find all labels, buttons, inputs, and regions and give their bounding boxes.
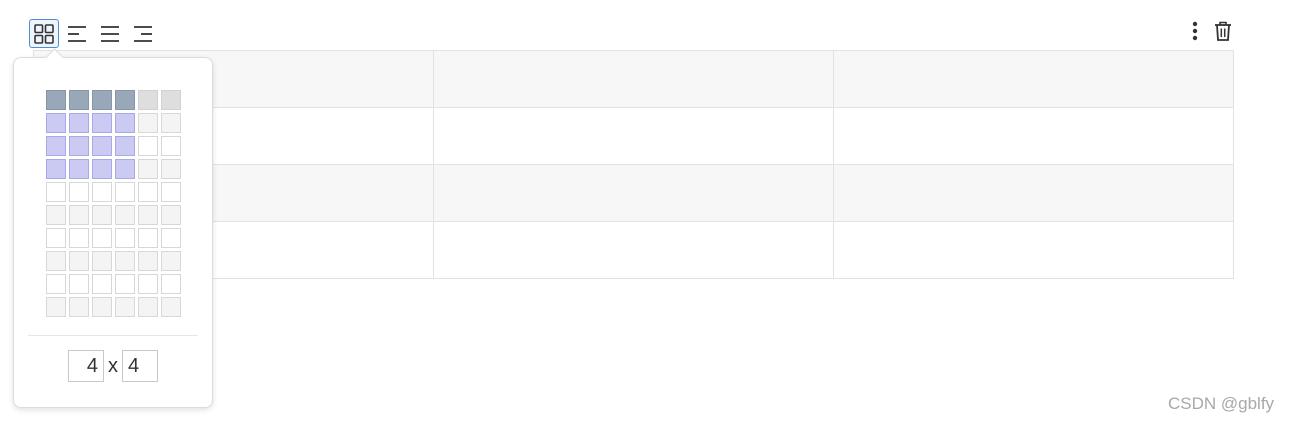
- columns-input[interactable]: [122, 350, 158, 382]
- table-row: [33, 107, 1234, 165]
- align-right-button[interactable]: [128, 19, 158, 48]
- grid-cell[interactable]: [69, 297, 89, 317]
- grid-cell[interactable]: [69, 113, 89, 133]
- grid-cell[interactable]: [92, 297, 112, 317]
- table-cell[interactable]: [433, 50, 834, 108]
- grid-cell[interactable]: [92, 182, 112, 202]
- align-left-button[interactable]: [62, 19, 92, 48]
- grid-cell[interactable]: [69, 159, 89, 179]
- grid-cell[interactable]: [92, 205, 112, 225]
- grid-cell[interactable]: [161, 297, 181, 317]
- grid-cell[interactable]: [46, 159, 66, 179]
- grid-cell[interactable]: [161, 113, 181, 133]
- table-toolbar: [29, 19, 158, 48]
- table-row: [33, 50, 1234, 108]
- grid-cell[interactable]: [46, 251, 66, 271]
- grid-cell[interactable]: [161, 90, 181, 110]
- grid-cell[interactable]: [138, 113, 158, 133]
- grid-cell[interactable]: [92, 251, 112, 271]
- grid-cell[interactable]: [92, 90, 112, 110]
- grid-cell[interactable]: [92, 228, 112, 248]
- table-cell[interactable]: [833, 107, 1234, 165]
- grid-cell[interactable]: [46, 205, 66, 225]
- grid-cell[interactable]: [115, 159, 135, 179]
- grid-cell[interactable]: [69, 205, 89, 225]
- more-vertical-icon: [1192, 21, 1198, 46]
- grid-cell[interactable]: [115, 182, 135, 202]
- grid-cell[interactable]: [138, 205, 158, 225]
- grid-cell[interactable]: [92, 274, 112, 294]
- grid-cell[interactable]: [138, 251, 158, 271]
- grid-cell[interactable]: [138, 90, 158, 110]
- grid-cell[interactable]: [69, 90, 89, 110]
- grid-cell[interactable]: [161, 228, 181, 248]
- grid-cell[interactable]: [92, 113, 112, 133]
- grid-cell[interactable]: [138, 228, 158, 248]
- table-cell[interactable]: [433, 221, 834, 279]
- grid-cell[interactable]: [115, 205, 135, 225]
- grid-cell[interactable]: [46, 90, 66, 110]
- size-inputs: x: [14, 349, 212, 383]
- table-cell[interactable]: [433, 107, 834, 165]
- more-options-button[interactable]: [1184, 20, 1206, 46]
- grid-cell[interactable]: [161, 274, 181, 294]
- grid-cell[interactable]: [69, 228, 89, 248]
- align-center-icon: [99, 23, 121, 45]
- grid-cell[interactable]: [92, 136, 112, 156]
- grid-cell[interactable]: [161, 251, 181, 271]
- table-cell[interactable]: [833, 164, 1234, 222]
- table-cell[interactable]: [433, 164, 834, 222]
- grid-cell[interactable]: [115, 90, 135, 110]
- grid-cell[interactable]: [115, 113, 135, 133]
- grid-cell[interactable]: [161, 136, 181, 156]
- grid-cell[interactable]: [161, 205, 181, 225]
- popover-divider: [28, 335, 198, 336]
- grid-cell[interactable]: [115, 274, 135, 294]
- table-cell[interactable]: [833, 50, 1234, 108]
- grid-cell[interactable]: [46, 182, 66, 202]
- align-right-icon: [132, 23, 154, 45]
- times-separator: x: [108, 354, 118, 377]
- grid-cell[interactable]: [69, 182, 89, 202]
- editor-page: x CSDN @gblfy: [0, 0, 1297, 425]
- delete-table-button[interactable]: [1212, 20, 1234, 46]
- rows-input[interactable]: [68, 350, 104, 382]
- grid-cell[interactable]: [138, 136, 158, 156]
- table-size-grid: [46, 90, 181, 317]
- table-cell[interactable]: [833, 221, 1234, 279]
- grid-cell[interactable]: [69, 274, 89, 294]
- grid-cell[interactable]: [115, 297, 135, 317]
- grid-cell[interactable]: [46, 297, 66, 317]
- grid-cell[interactable]: [161, 159, 181, 179]
- grid-cell[interactable]: [138, 274, 158, 294]
- grid-cell[interactable]: [161, 182, 181, 202]
- watermark: CSDN @gblfy: [1168, 394, 1275, 413]
- grid-cell[interactable]: [115, 228, 135, 248]
- data-table: [33, 50, 1234, 279]
- grid-cell[interactable]: [92, 159, 112, 179]
- table-size-button[interactable]: [29, 19, 59, 48]
- table-size-popover: x: [13, 48, 213, 408]
- trash-icon: [1214, 21, 1232, 46]
- grid-cell[interactable]: [138, 159, 158, 179]
- grid-cell[interactable]: [69, 136, 89, 156]
- table-size-icon: [33, 23, 55, 45]
- table-actions: [1184, 20, 1234, 46]
- table-row: [33, 221, 1234, 279]
- table-row: [33, 164, 1234, 222]
- align-left-icon: [66, 23, 88, 45]
- grid-cell[interactable]: [46, 228, 66, 248]
- grid-cell[interactable]: [46, 113, 66, 133]
- grid-cell[interactable]: [138, 182, 158, 202]
- grid-cell[interactable]: [46, 274, 66, 294]
- align-center-button[interactable]: [95, 19, 125, 48]
- grid-cell[interactable]: [115, 251, 135, 271]
- grid-cell[interactable]: [138, 297, 158, 317]
- grid-cell[interactable]: [115, 136, 135, 156]
- grid-cell[interactable]: [46, 136, 66, 156]
- grid-cell[interactable]: [69, 251, 89, 271]
